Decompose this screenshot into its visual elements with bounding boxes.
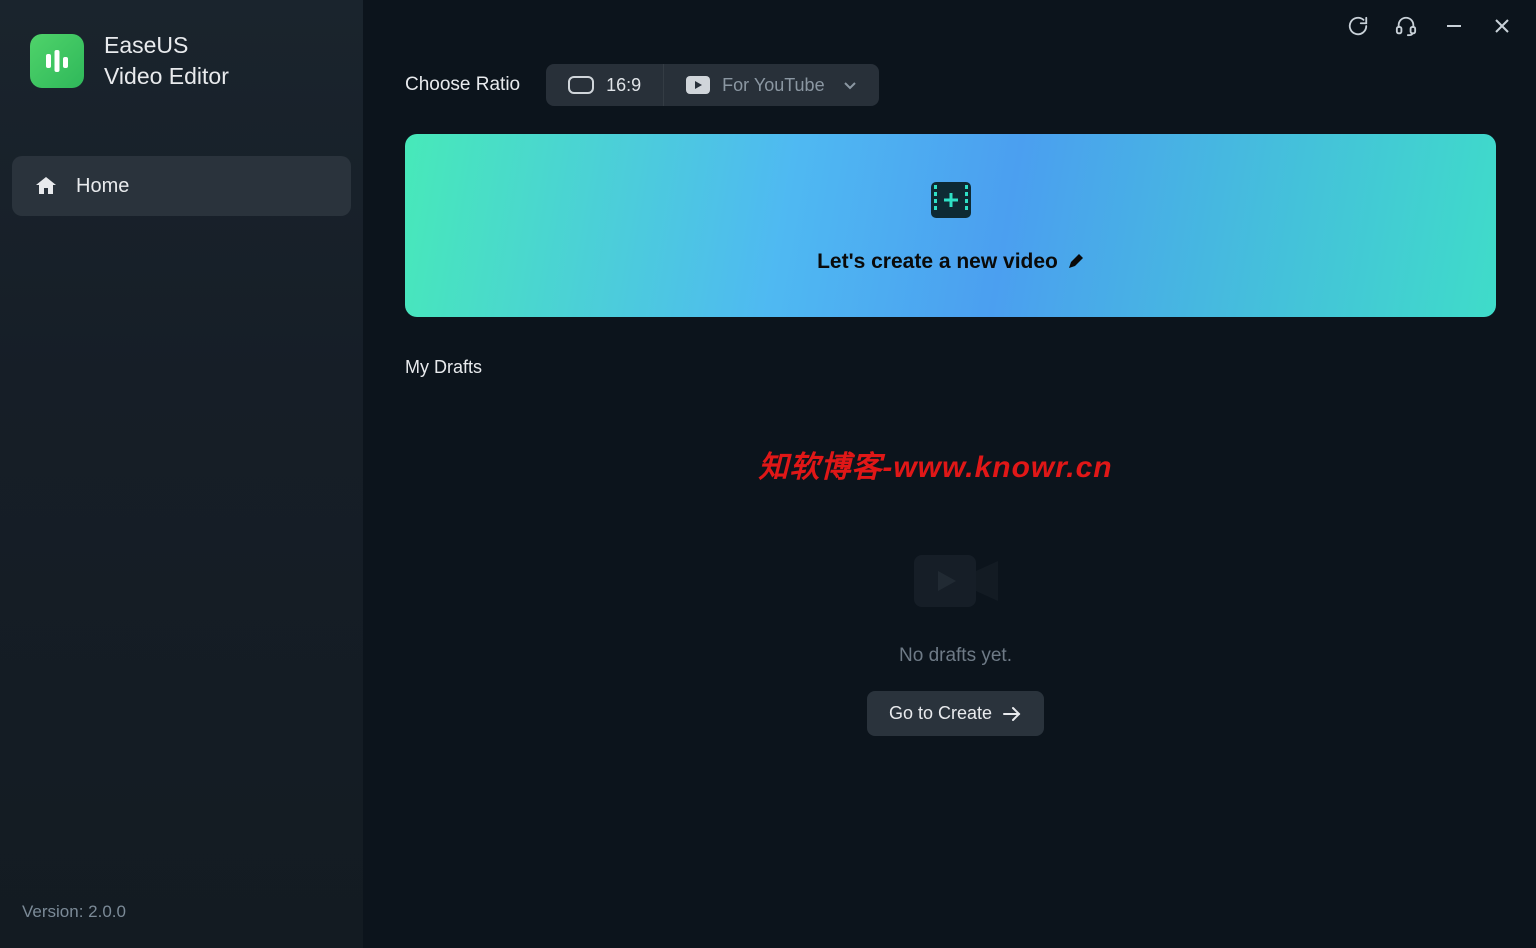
chevron-down-icon bbox=[843, 78, 857, 92]
ratio-row: Choose Ratio 16:9 For YouTube bbox=[405, 64, 1506, 106]
ratio-value: 16:9 bbox=[606, 75, 641, 96]
brand-text: EaseUS Video Editor bbox=[104, 30, 229, 92]
brand: EaseUS Video Editor bbox=[12, 30, 351, 92]
sidebar: EaseUS Video Editor Home Version: 2.0.0 bbox=[0, 0, 363, 948]
version-label: Version: 2.0.0 bbox=[12, 894, 351, 928]
ratio-option-youtube[interactable]: For YouTube bbox=[663, 64, 878, 106]
brand-subtitle: Video Editor bbox=[104, 61, 229, 92]
refresh-button[interactable] bbox=[1346, 14, 1370, 38]
sidebar-item-label: Home bbox=[76, 175, 129, 198]
go-to-create-label: Go to Create bbox=[889, 703, 992, 724]
ratio-selector: 16:9 For YouTube bbox=[546, 64, 878, 106]
home-icon bbox=[34, 174, 58, 198]
youtube-label: For YouTube bbox=[722, 75, 824, 96]
sidebar-item-home[interactable]: Home bbox=[12, 156, 351, 216]
landscape-icon bbox=[568, 76, 594, 94]
my-drafts-title: My Drafts bbox=[405, 357, 1506, 378]
create-video-label: Let's create a new video bbox=[817, 250, 1084, 274]
support-button[interactable] bbox=[1394, 14, 1418, 38]
go-to-create-button[interactable]: Go to Create bbox=[867, 691, 1044, 736]
create-video-banner[interactable]: Let's create a new video bbox=[405, 134, 1496, 317]
app-logo-icon bbox=[30, 34, 84, 88]
ratio-option-16-9[interactable]: 16:9 bbox=[546, 64, 663, 106]
pencil-icon bbox=[1066, 253, 1084, 271]
watermark-text: 知软博客-www.knowr.cn bbox=[365, 442, 1506, 486]
empty-drafts-text: No drafts yet. bbox=[899, 645, 1012, 667]
ratio-label: Choose Ratio bbox=[405, 74, 520, 96]
main-content: Choose Ratio 16:9 For YouTube bbox=[363, 0, 1536, 948]
empty-drafts-state: No drafts yet. Go to Create bbox=[405, 541, 1506, 736]
close-button[interactable] bbox=[1490, 14, 1514, 38]
arrow-right-icon bbox=[1002, 706, 1022, 722]
youtube-icon bbox=[686, 76, 710, 94]
window-controls bbox=[1346, 14, 1514, 38]
film-add-icon bbox=[929, 178, 973, 222]
video-placeholder-icon bbox=[896, 541, 1016, 621]
minimize-button[interactable] bbox=[1442, 14, 1466, 38]
brand-name: EaseUS bbox=[104, 30, 229, 61]
